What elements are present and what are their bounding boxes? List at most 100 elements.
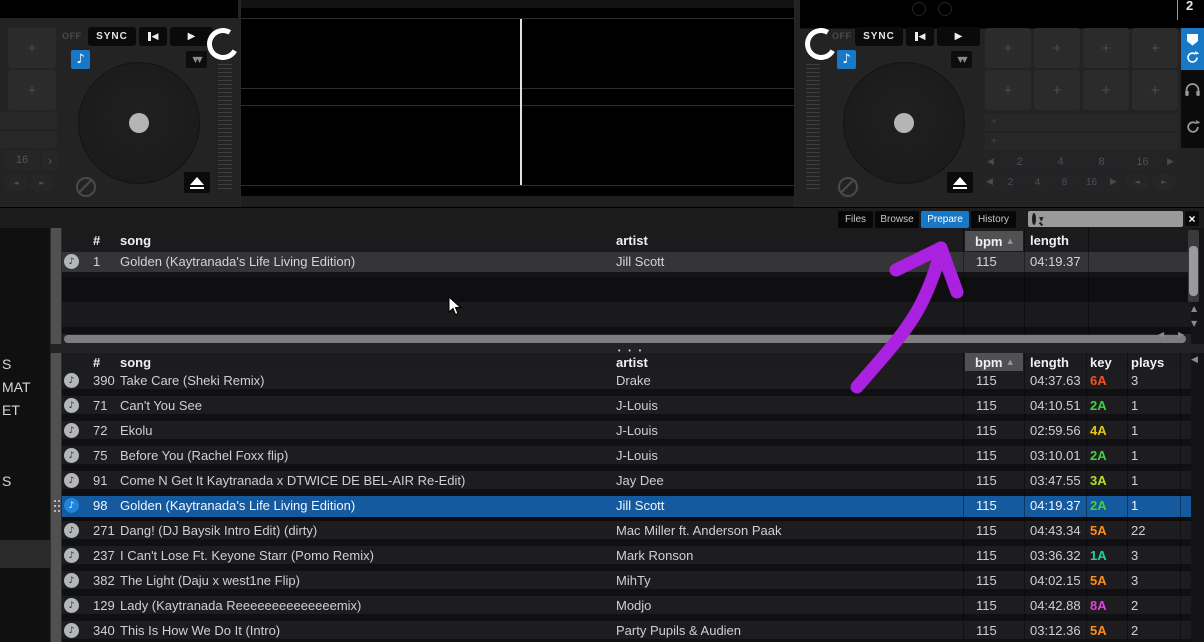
cue-pad-empty[interactable]: [1083, 28, 1129, 68]
cue-pad-empty[interactable]: [1083, 70, 1129, 110]
crate-item[interactable]: ET: [2, 402, 20, 418]
column-header-bpm-sorted[interactable]: bpm ▲: [965, 231, 1023, 251]
scrollbar-thumb[interactable]: [64, 335, 1186, 343]
search-input[interactable]: [1044, 210, 1190, 228]
eject-button[interactable]: [184, 172, 210, 193]
loop-shift-right-button[interactable]: [1152, 174, 1176, 190]
loop-size-button[interactable]: 4: [1025, 174, 1050, 190]
scrollbar-thumb[interactable]: [1189, 246, 1198, 296]
column-header-plays[interactable]: plays: [1131, 355, 1164, 370]
headphones-icon[interactable]: [1184, 82, 1201, 97]
cue-pad-empty[interactable]: [985, 28, 1031, 68]
loop-prev-button[interactable]: ◀: [983, 174, 996, 190]
column-options-icon[interactable]: ◀: [1191, 355, 1198, 365]
keylock-note-icon[interactable]: [837, 50, 856, 69]
cue-pad-empty[interactable]: [8, 28, 56, 68]
sync-button[interactable]: SYNC: [855, 27, 903, 46]
loop-next-button[interactable]: ▶: [1163, 152, 1178, 171]
crate-item[interactable]: S: [2, 473, 11, 489]
crate-item[interactable]: MAT: [2, 379, 31, 395]
skip-to-start-button[interactable]: [139, 27, 167, 46]
crate-item[interactable]: S: [2, 356, 11, 372]
tag-tools-active-box[interactable]: [1181, 28, 1204, 70]
column-header-num[interactable]: #: [93, 355, 100, 370]
search-box[interactable]: ▼: [1028, 211, 1183, 227]
table-row[interactable]: 390 Take Care (Sheki Remix) Drake 115 04…: [62, 371, 1191, 396]
search-clear-button[interactable]: [1185, 211, 1199, 226]
table-row[interactable]: 271 Dang! (DJ Baysik Intro Edit) (dirty)…: [62, 521, 1191, 546]
scroll-up-icon[interactable]: ▲: [1191, 304, 1197, 313]
row-drag-handle-icon[interactable]: [54, 500, 61, 514]
cue-pad-empty[interactable]: [1132, 70, 1178, 110]
sync-off-label[interactable]: OFF: [62, 31, 82, 41]
loop-size-button[interactable]: 2: [998, 174, 1023, 190]
cue-pad-empty[interactable]: [8, 70, 56, 110]
tab-browse[interactable]: Browse: [875, 211, 919, 228]
skip-to-start-button[interactable]: [906, 27, 934, 46]
loop-size-button[interactable]: 8: [1052, 174, 1077, 190]
play-button[interactable]: [937, 27, 980, 46]
loop-shift-right-button[interactable]: [30, 174, 54, 191]
column-header-length[interactable]: length: [1030, 355, 1069, 370]
prepare-vertical-scrollbar[interactable]: [1188, 230, 1199, 302]
loop-size-display[interactable]: 16: [4, 150, 40, 170]
column-header-length[interactable]: length: [1030, 233, 1069, 248]
prepare-track-row[interactable]: 1 Golden (Kaytranada's Life Living Editi…: [62, 252, 1191, 277]
cue-pad-empty[interactable]: [1132, 28, 1178, 68]
loop-size-button[interactable]: 4: [1041, 152, 1080, 171]
slip-mode-icon[interactable]: [838, 177, 858, 197]
panel-divider[interactable]: [50, 344, 1204, 353]
table-row[interactable]: 237 I Can't Lose Ft. Keyone Starr (Pomo …: [62, 546, 1191, 571]
loop-size-button[interactable]: 16: [1123, 152, 1162, 171]
prepare-horizontal-scrollbar[interactable]: [62, 334, 1191, 344]
column-header-song[interactable]: song: [120, 355, 151, 370]
loop-next-button[interactable]: ▶: [1107, 174, 1120, 190]
loop-size-next-button[interactable]: [42, 150, 58, 170]
table-row[interactable]: 71 Can't You See J-Louis 115 04:10.51 2A…: [62, 396, 1191, 421]
table-row[interactable]: 98 Golden (Kaytranada's Life Living Edit…: [62, 496, 1191, 521]
table-row[interactable]: 91 Come N Get It Kaytranada x DTWICE DE …: [62, 471, 1191, 496]
table-row[interactable]: 75 Before You (Rachel Foxx flip) J-Louis…: [62, 446, 1191, 471]
slip-mode-icon[interactable]: [76, 177, 96, 197]
sidebar-scrollbar[interactable]: [50, 228, 62, 642]
tab-prepare[interactable]: Prepare: [921, 211, 969, 228]
tab-history[interactable]: History: [971, 211, 1016, 228]
loop-size-button[interactable]: 16: [1079, 174, 1104, 190]
sync-refresh-icon[interactable]: [1186, 120, 1200, 134]
jog-wheel[interactable]: [78, 62, 200, 184]
cue-pad-empty[interactable]: [1034, 28, 1080, 68]
pitch-slider[interactable]: [218, 64, 232, 190]
eject-button[interactable]: [947, 172, 973, 193]
loop-slot[interactable]: [985, 114, 1178, 131]
platter-view-dropdown-icon[interactable]: [951, 51, 972, 68]
loop-shift-left-button[interactable]: [4, 174, 28, 191]
loop-slot[interactable]: [0, 131, 57, 148]
cue-pad-empty[interactable]: [985, 70, 1031, 110]
column-header-artist[interactable]: artist: [616, 233, 648, 248]
column-header-key[interactable]: key: [1090, 355, 1112, 370]
table-row[interactable]: 340 This Is How We Do It (Intro) Party P…: [62, 621, 1191, 642]
column-header-artist[interactable]: artist: [616, 355, 648, 370]
loop-slot[interactable]: [0, 112, 57, 129]
table-row[interactable]: 72 Ekolu J-Louis 115 02:59.56 4A 1: [62, 421, 1191, 446]
tab-files[interactable]: Files: [838, 211, 873, 228]
column-header-bpm-sorted[interactable]: bpm ▲: [965, 353, 1023, 371]
loop-size-button[interactable]: 2: [1000, 152, 1039, 171]
cue-pad-empty[interactable]: [1034, 70, 1080, 110]
sync-button[interactable]: SYNC: [88, 27, 136, 46]
platter-view-dropdown-icon[interactable]: [186, 51, 207, 68]
scroll-right-icon[interactable]: ▶: [1178, 330, 1184, 339]
loop-shift-left-button[interactable]: [1125, 174, 1149, 190]
loop-size-button[interactable]: 8: [1082, 152, 1121, 171]
table-row[interactable]: 382 The Light (Daju x west1ne Flip) MihT…: [62, 571, 1191, 596]
pitch-slider[interactable]: [806, 64, 820, 190]
scroll-down-icon[interactable]: ▼: [1191, 319, 1197, 328]
column-header-num[interactable]: #: [93, 233, 100, 248]
jog-wheel[interactable]: [843, 62, 965, 184]
table-row[interactable]: 129 Lady (Kaytranada Reeeeeeeeeeeeeemix)…: [62, 596, 1191, 621]
column-header-song[interactable]: song: [120, 233, 151, 248]
sync-off-label[interactable]: OFF: [832, 31, 852, 41]
loop-prev-button[interactable]: ◀: [983, 152, 998, 171]
loop-slot[interactable]: [985, 133, 1178, 150]
scroll-left-icon[interactable]: ◀: [1158, 330, 1164, 339]
